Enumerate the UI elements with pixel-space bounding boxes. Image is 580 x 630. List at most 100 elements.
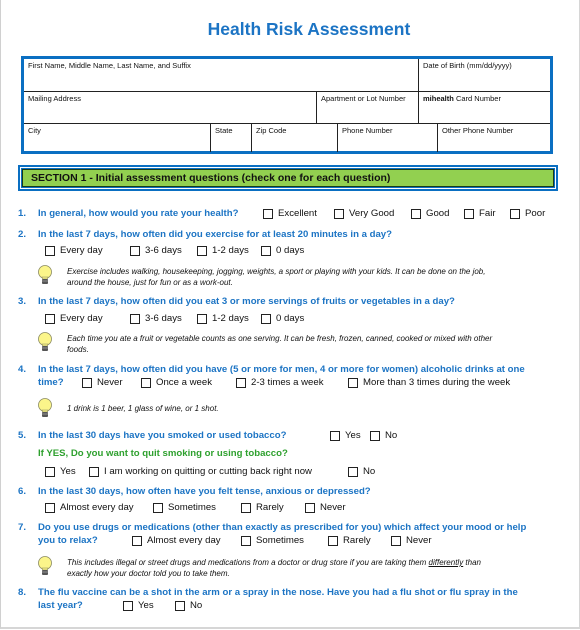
option-label: Every day <box>60 313 103 324</box>
dob-field[interactable]: Date of Birth (mm/dd/yyyy) <box>419 59 550 91</box>
option-label: 0 days <box>276 313 305 324</box>
zip-label: Zip Code <box>256 126 287 135</box>
checkbox[interactable] <box>82 377 92 388</box>
option-never[interactable]: Never <box>391 535 432 546</box>
question-number: 1. <box>18 208 27 219</box>
option-2-3-times[interactable]: 2-3 times a week <box>236 377 324 388</box>
option-poor[interactable]: Poor <box>510 208 545 219</box>
question-text-continued: time? <box>38 377 64 388</box>
checkbox[interactable] <box>197 313 207 324</box>
checkbox[interactable] <box>261 313 271 324</box>
option-once-a-week[interactable]: Once a week <box>141 377 212 388</box>
option-label: More than 3 times during the week <box>363 377 511 388</box>
checkbox[interactable] <box>241 502 251 513</box>
city-label: City <box>28 126 41 135</box>
option-no[interactable]: No <box>370 430 397 441</box>
question-number: 3. <box>18 296 27 307</box>
option-every-day[interactable]: Every day <box>45 313 103 324</box>
checkbox[interactable] <box>141 377 151 388</box>
full-name-field[interactable]: First Name, Middle Name, Last Name, and … <box>24 59 418 91</box>
option-almost-every-day[interactable]: Almost every day <box>45 502 134 513</box>
option-sometimes[interactable]: Sometimes <box>241 535 304 546</box>
checkbox[interactable] <box>197 245 207 256</box>
checkbox[interactable] <box>263 208 273 219</box>
checkbox[interactable] <box>348 377 358 388</box>
option-almost-every-day[interactable]: Almost every day <box>132 535 221 546</box>
option-rarely[interactable]: Rarely <box>241 502 284 513</box>
option-yes[interactable]: Yes <box>330 430 361 441</box>
dob-label: Date of Birth (mm/dd/yyyy) <box>423 61 512 70</box>
option-no-quit[interactable]: No <box>348 466 375 477</box>
option-label: 0 days <box>276 245 305 256</box>
zip-field[interactable]: Zip Code <box>252 124 337 152</box>
option-label: Almost every day <box>147 535 221 546</box>
question-text: In the last 7 days, how often did you ea… <box>38 296 455 307</box>
form-page: Health Risk Assessment First Name, Middl… <box>0 0 580 629</box>
checkbox[interactable] <box>305 502 315 513</box>
option-no[interactable]: No <box>175 600 202 611</box>
option-1-2-days[interactable]: 1-2 days <box>197 313 249 324</box>
option-label: Every day <box>60 245 103 256</box>
question-number: 4. <box>18 364 27 375</box>
checkbox[interactable] <box>334 208 344 219</box>
option-label: Never <box>97 377 123 388</box>
state-label: State <box>215 126 233 135</box>
checkbox[interactable] <box>236 377 246 388</box>
drink-tip: 1 drink is 1 beer, 1 glass of wine, or 1… <box>67 404 219 413</box>
other-phone-label: Other Phone Number <box>442 126 514 135</box>
drugs-tip: This includes illegal or street drugs an… <box>67 558 481 578</box>
checkbox[interactable] <box>330 430 340 441</box>
checkbox[interactable] <box>241 535 251 546</box>
option-excellent[interactable]: Excellent <box>263 208 317 219</box>
option-every-day[interactable]: Every day <box>45 245 103 256</box>
option-more-than-3[interactable]: More than 3 times during the week <box>348 377 510 388</box>
checkbox[interactable] <box>175 600 185 611</box>
apartment-field[interactable]: Apartment or Lot Number <box>317 92 418 123</box>
option-label: 3-6 days <box>145 245 182 256</box>
checkbox[interactable] <box>123 600 133 611</box>
option-never[interactable]: Never <box>305 502 346 513</box>
phone-field[interactable]: Phone Number <box>338 124 437 152</box>
checkbox[interactable] <box>370 430 380 441</box>
checkbox[interactable] <box>45 245 55 256</box>
mailing-address-field[interactable]: Mailing Address <box>24 92 316 123</box>
option-label: Once a week <box>156 377 212 388</box>
option-3-6-days[interactable]: 3-6 days <box>130 245 182 256</box>
question-text: The flu vaccine can be a shot in the arm… <box>38 587 518 598</box>
option-1-2-days[interactable]: 1-2 days <box>197 245 249 256</box>
checkbox[interactable] <box>45 313 55 324</box>
option-sometimes[interactable]: Sometimes <box>153 502 216 513</box>
checkbox[interactable] <box>45 466 55 477</box>
option-yes[interactable]: Yes <box>123 600 154 611</box>
card-number-field[interactable]: mihealth Card Number <box>419 92 550 123</box>
option-good[interactable]: Good <box>411 208 449 219</box>
option-never[interactable]: Never <box>82 377 123 388</box>
option-rarely[interactable]: Rarely <box>328 535 371 546</box>
option-fair[interactable]: Fair <box>464 208 496 219</box>
option-yes-quit[interactable]: Yes <box>45 466 76 477</box>
checkbox[interactable] <box>89 466 99 477</box>
option-label: No <box>190 600 203 611</box>
checkbox[interactable] <box>464 208 474 219</box>
checkbox[interactable] <box>348 466 358 477</box>
checkbox[interactable] <box>261 245 271 256</box>
checkbox[interactable] <box>45 502 55 513</box>
option-3-6-days[interactable]: 3-6 days <box>130 313 182 324</box>
checkbox[interactable] <box>411 208 421 219</box>
lightbulb-icon <box>38 556 52 575</box>
checkbox[interactable] <box>130 313 140 324</box>
option-0-days[interactable]: 0 days <box>261 245 304 256</box>
checkbox[interactable] <box>130 245 140 256</box>
checkbox[interactable] <box>328 535 338 546</box>
option-very-good[interactable]: Very Good <box>334 208 394 219</box>
checkbox[interactable] <box>510 208 520 219</box>
state-field[interactable]: State <box>211 124 251 152</box>
other-phone-field[interactable]: Other Phone Number <box>438 124 550 152</box>
checkbox[interactable] <box>132 535 142 546</box>
city-field[interactable]: City <box>24 124 210 152</box>
checkbox[interactable] <box>153 502 163 513</box>
checkbox[interactable] <box>391 535 401 546</box>
option-working-on-quitting[interactable]: I am working on quitting or cutting back… <box>89 466 312 477</box>
option-0-days[interactable]: 0 days <box>261 313 304 324</box>
exercise-tip: Exercise includes walking, housekeeping,… <box>67 267 486 287</box>
